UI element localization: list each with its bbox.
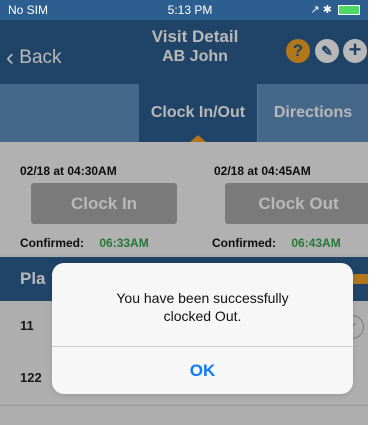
battery-icon [338,5,360,16]
app-frame: No SIM 5:13 PM ↗ ✱ ‹ Back Visit Detail A… [0,0,368,425]
status-icons: ↗ ✱ [310,3,360,16]
alert-line-1: You have been successfully [116,290,289,306]
alert-line-2: clocked Out. [163,308,242,324]
alert-message: You have been successfully clocked Out. [52,289,353,325]
success-alert: You have been successfully clocked Out. … [52,263,353,394]
right-edge [368,0,377,425]
ok-button[interactable]: OK [52,347,353,394]
location-icon: ↗ [310,4,320,16]
status-bar: No SIM 5:13 PM ↗ ✱ [0,0,368,20]
carrier-text: No SIM [8,3,49,17]
bluetooth-icon: ✱ [322,4,332,16]
status-time: 5:13 PM [167,3,213,17]
